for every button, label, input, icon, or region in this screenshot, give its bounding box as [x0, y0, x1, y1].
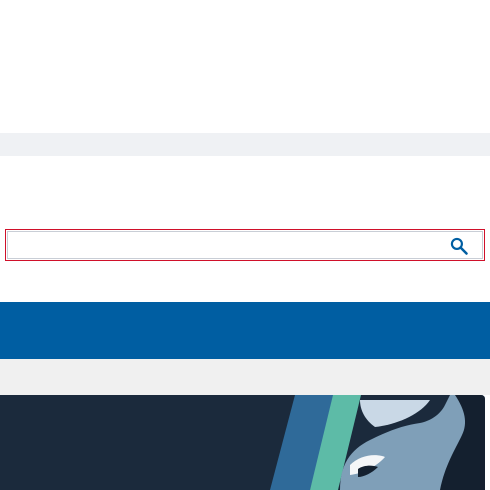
page	[0, 0, 490, 490]
primary-navigation-bar	[0, 302, 490, 359]
breadcrumb-strip	[0, 359, 490, 395]
search-form	[5, 229, 485, 261]
search-button[interactable]	[449, 236, 469, 256]
hero-banner	[0, 395, 485, 490]
hero-illustration	[270, 395, 485, 490]
hero-figure-highlight	[360, 400, 430, 427]
header-divider-band	[0, 133, 490, 156]
header-area	[0, 0, 490, 133]
search-icon	[450, 237, 468, 255]
search-input[interactable]	[13, 235, 437, 257]
search-section	[0, 156, 490, 302]
